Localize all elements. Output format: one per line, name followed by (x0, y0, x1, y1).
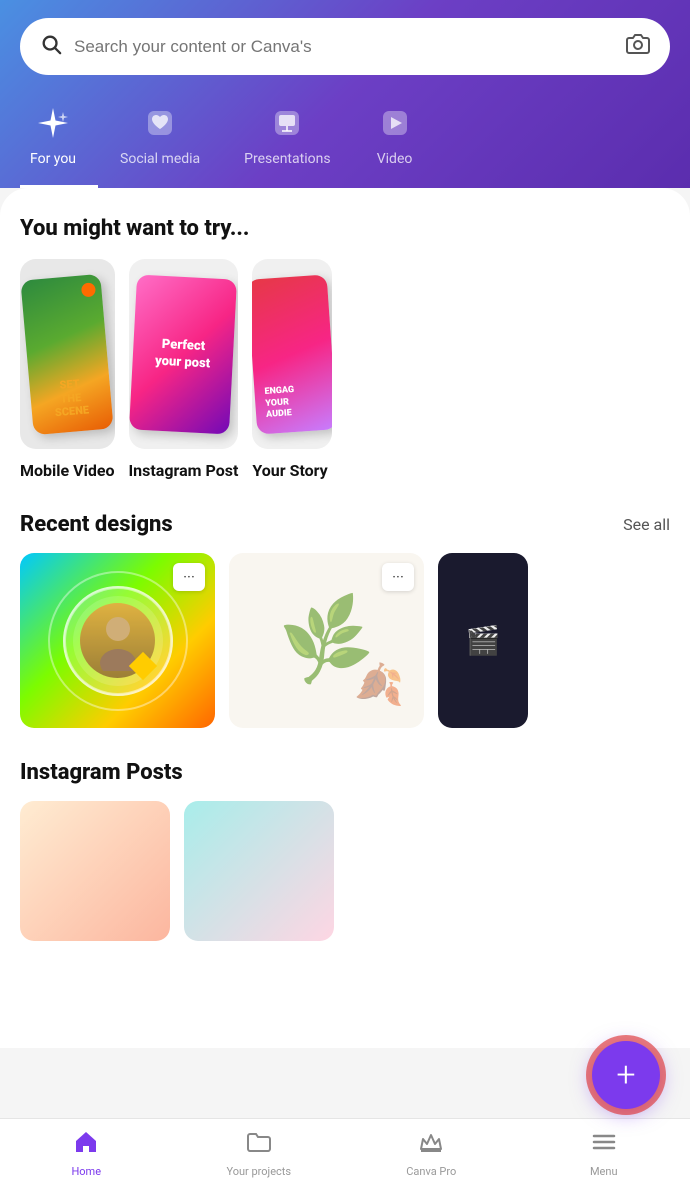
nav-label-home: Home (71, 1165, 101, 1178)
header: For you Social media Present (0, 0, 690, 188)
try-cards-container: SETTHESCENE Mobile Video Perfectyour pos… (20, 259, 670, 480)
try-card-instagram-post[interactable]: Perfectyour post (129, 259, 239, 449)
presentation-icon (267, 103, 307, 143)
main-content: You might want to try... SETTHESCENE Mob… (0, 188, 690, 1048)
crown-icon (418, 1129, 444, 1161)
try-label-instagram-post: Instagram Post (129, 461, 239, 480)
tab-presentations[interactable]: Presentations (222, 103, 352, 188)
try-section-title: You might want to try... (20, 216, 670, 241)
instagram-post-inner: Perfectyour post (129, 274, 237, 434)
tab-social-media-label: Social media (120, 151, 200, 167)
menu-icon (591, 1129, 617, 1161)
tab-social-media[interactable]: Social media (98, 103, 222, 188)
create-fab-button[interactable]: + (592, 1041, 660, 1109)
try-label-your-story: Your Story (252, 461, 332, 480)
try-card-wrap-instagram-post: Perfectyour post Instagram Post (129, 259, 239, 480)
design1-circle (63, 586, 173, 696)
nav-item-projects[interactable]: Your projects (224, 1129, 294, 1178)
design-card-3[interactable]: 🎬 (438, 553, 528, 728)
recent-section-header: Recent designs See all (20, 512, 670, 537)
instagram-preview-2[interactable] (184, 801, 334, 941)
nav-item-canva-pro[interactable]: Canva Pro (396, 1129, 466, 1178)
mobile-video-inner: SETTHESCENE (21, 273, 114, 434)
search-input[interactable] (74, 37, 614, 57)
tab-video[interactable]: Video (353, 103, 437, 188)
video-icon (375, 103, 415, 143)
instagram-preview-cards (20, 801, 670, 941)
design3-content: 🎬 (466, 624, 501, 657)
nav-label-menu: Menu (590, 1165, 618, 1178)
try-section: You might want to try... SETTHESCENE Mob… (20, 216, 670, 480)
instagram-preview-1[interactable] (20, 801, 170, 941)
recent-section-title: Recent designs (20, 512, 173, 537)
instagram-section: Instagram Posts (20, 760, 670, 941)
camera-icon[interactable] (626, 32, 650, 61)
design1-content (63, 586, 173, 696)
search-bar (20, 18, 670, 75)
try-card-your-story[interactable]: ENGAGYourAudie (252, 259, 332, 449)
tab-for-you-label: For you (30, 151, 76, 167)
nav-item-home[interactable]: Home (51, 1129, 121, 1178)
try-card-wrap-mobile-video: SETTHESCENE Mobile Video (20, 259, 115, 480)
category-tabs: For you Social media Present (20, 103, 670, 188)
floral-element-2: 🍂 (354, 661, 404, 708)
heart-icon (140, 103, 180, 143)
try-label-mobile-video: Mobile Video (20, 461, 115, 480)
story-engage-text: ENGAGYourAudie (265, 384, 297, 421)
fab-plus-icon: + (616, 1058, 635, 1092)
design3-background: 🎬 (438, 553, 528, 728)
home-icon (73, 1129, 99, 1161)
sparkle-icon (33, 103, 73, 143)
instagram-post-image: Perfectyour post (129, 259, 239, 449)
your-story-inner: ENGAGYourAudie (252, 274, 332, 434)
design-card-1-menu[interactable]: ··· (173, 563, 205, 591)
mobile-video-image: SETTHESCENE (20, 259, 115, 449)
set-the-scene-text: SETTHESCENE (52, 376, 89, 418)
recent-section: Recent designs See all (20, 512, 670, 728)
nav-label-projects: Your projects (226, 1165, 291, 1178)
tab-presentations-label: Presentations (244, 151, 330, 167)
folder-icon (246, 1129, 272, 1161)
try-card-mobile-video[interactable]: SETTHESCENE (20, 259, 115, 449)
search-icon (40, 33, 62, 60)
nav-item-menu[interactable]: Menu (569, 1129, 639, 1178)
tab-video-label: Video (377, 151, 413, 167)
nav-label-canva-pro: Canva Pro (406, 1165, 456, 1178)
perfect-post-text: Perfectyour post (155, 336, 212, 373)
design-card-2[interactable]: 🌿 🍂 ··· (229, 553, 424, 728)
instagram-section-title: Instagram Posts (20, 760, 670, 785)
try-card-wrap-your-story: ENGAGYourAudie Your Story (252, 259, 332, 480)
design-card-1[interactable]: ··· (20, 553, 215, 728)
see-all-link[interactable]: See all (623, 515, 670, 534)
design-cards-container: ··· 🌿 🍂 ··· 🎬 (20, 553, 670, 728)
your-story-image: ENGAGYourAudie (252, 259, 332, 449)
tab-for-you[interactable]: For you (20, 103, 98, 188)
design-card-2-menu[interactable]: ··· (382, 563, 414, 591)
bottom-navigation: Home Your projects Canva Pro Menu (0, 1118, 690, 1194)
orange-circle-decor (81, 282, 96, 297)
